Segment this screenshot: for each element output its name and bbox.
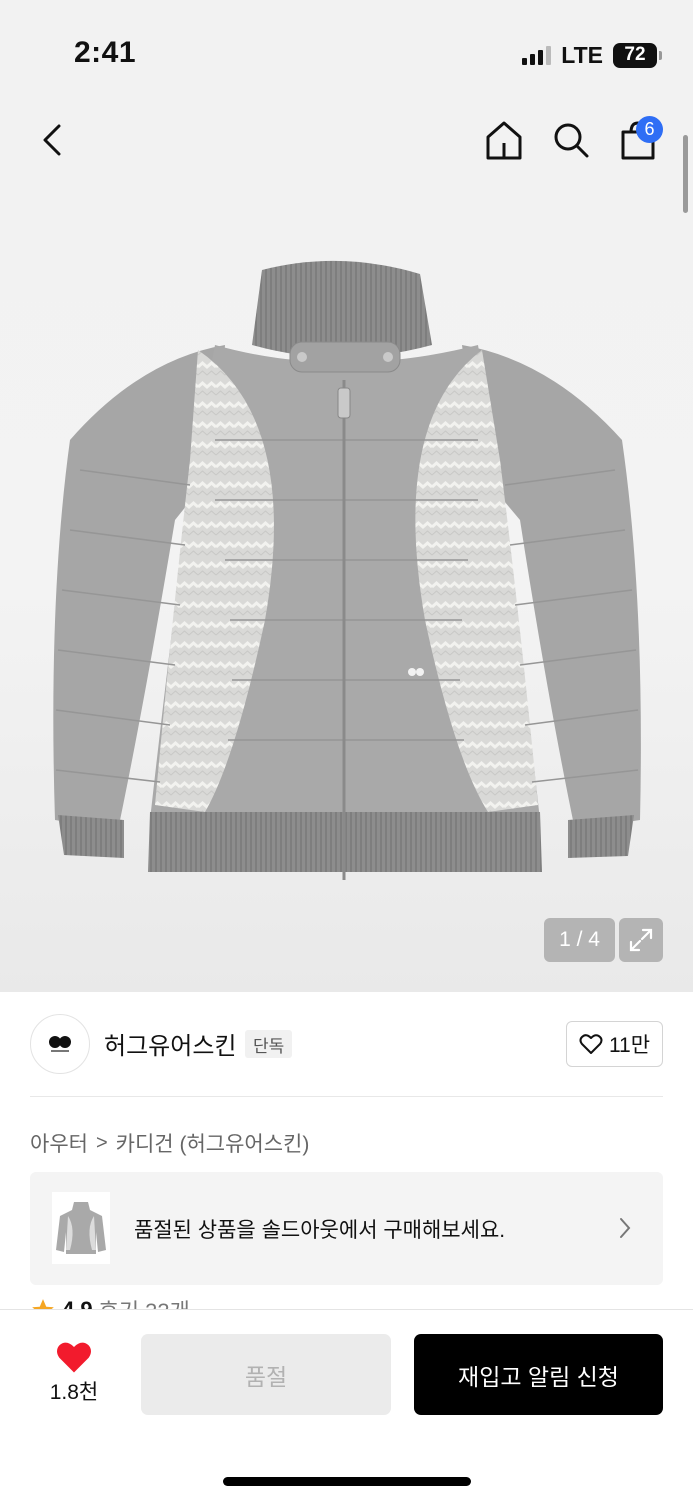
soldout-button[interactable]: 품절	[141, 1334, 391, 1415]
search-button[interactable]	[549, 118, 593, 162]
exclusive-badge: 단독	[245, 1030, 293, 1058]
status-time: 2:41	[74, 36, 137, 69]
brand-logo-icon	[49, 1036, 71, 1052]
scrollbar[interactable]	[683, 135, 688, 213]
breadcrumb-subcategory[interactable]: 카디건 (허그유어스킨)	[116, 1128, 310, 1158]
wishlist-button[interactable]: 1.8천	[48, 1340, 100, 1406]
brand-logo[interactable]	[30, 1014, 90, 1074]
battery-icon: 72	[613, 42, 662, 68]
breadcrumb-separator: >	[95, 1131, 108, 1154]
heart-filled-icon	[57, 1342, 91, 1373]
wishlist-count: 1.8천	[49, 1381, 99, 1404]
restock-alert-button[interactable]: 재입고 알림 신청	[414, 1334, 663, 1415]
signal-icon	[522, 45, 552, 65]
divider	[30, 1096, 663, 1097]
back-button[interactable]	[32, 120, 72, 160]
chevron-right-icon	[620, 1218, 631, 1238]
home-button[interactable]	[482, 118, 526, 162]
brand-like-button[interactable]: 11만	[566, 1021, 663, 1067]
soldout-thumbnail	[52, 1192, 110, 1264]
breadcrumb-category[interactable]: 아우터	[30, 1128, 88, 1158]
battery-level: 72	[624, 44, 646, 65]
heart-outline-icon	[579, 1034, 603, 1054]
home-indicator[interactable]	[223, 1477, 471, 1486]
status-indicators: LTE 72	[522, 40, 662, 70]
image-counter: 1 / 4	[544, 918, 615, 962]
network-type: LTE	[561, 41, 603, 68]
breadcrumb: 아우터 > 카디건 (허그유어스킨)	[30, 1128, 309, 1158]
brand-like-count: 11만	[608, 1034, 651, 1057]
search-icon	[554, 123, 589, 158]
soldout-banner[interactable]: 품절된 상품을 솔드아웃에서 구매해보세요.	[30, 1172, 663, 1285]
home-icon	[486, 121, 522, 160]
expand-button[interactable]	[619, 918, 663, 962]
chevron-left-icon	[43, 124, 61, 156]
soldout-banner-text: 품절된 상품을 솔드아웃에서 구매해보세요.	[134, 1219, 506, 1242]
cart-count-badge: 6	[636, 116, 663, 143]
expand-icon	[629, 928, 653, 952]
brand-name[interactable]: 허그유어스킨	[104, 1026, 236, 1061]
